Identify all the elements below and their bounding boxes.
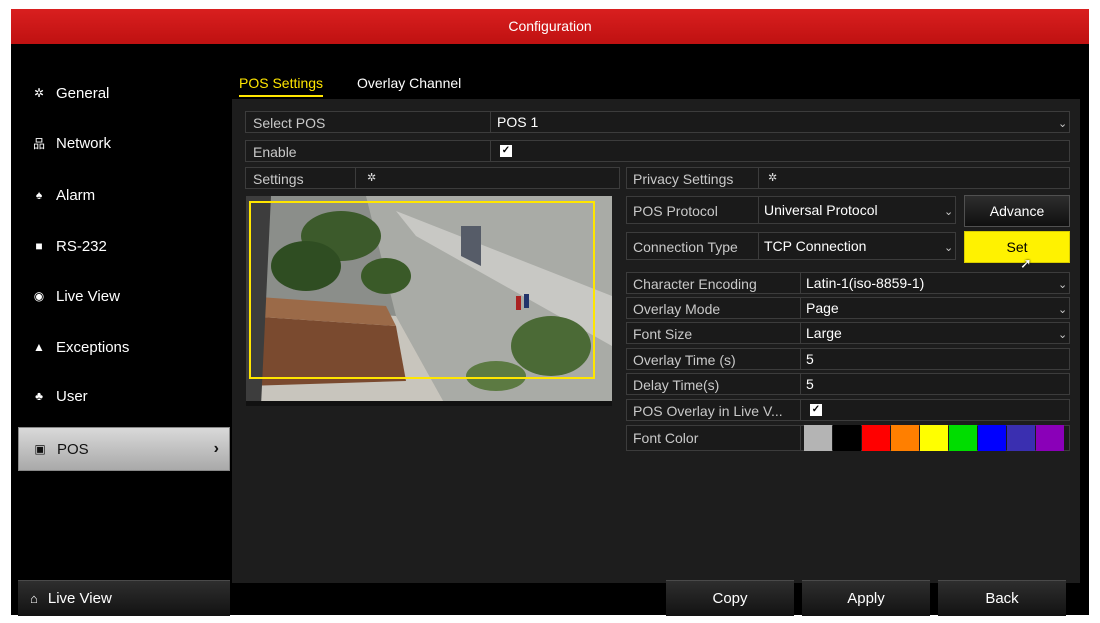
divider [355,167,356,189]
font-color-label: Font Color [633,430,699,446]
select-pos-label: Select POS [253,115,326,131]
settings-gear-icon[interactable]: ✲ [367,171,376,184]
overlay-time-label: Overlay Time (s) [633,352,736,368]
copy-button[interactable]: Copy [666,580,794,616]
pos-overlay-live-checkbox[interactable]: ✓ [810,404,822,416]
pos-protocol-dropdown[interactable]: Universal Protocol [764,202,878,218]
gear-icon: ✲ [33,86,45,100]
sidebar-item-user[interactable]: ♣ User [18,374,230,418]
font-color-swatch[interactable] [1007,425,1035,451]
privacy-overlay-box[interactable] [249,201,595,379]
sidebar-item-label: POS [57,440,89,458]
mouse-cursor-icon: ➚ [1020,255,1032,271]
divider [758,232,759,260]
sidebar-item-pos[interactable]: ▣ POS › [18,427,230,471]
font-color-swatch[interactable] [804,425,832,451]
back-button[interactable]: Back [938,580,1066,616]
sidebar-item-label: User [56,387,88,405]
select-pos-dropdown[interactable]: POS 1 [497,114,538,130]
font-color-swatch[interactable] [949,425,977,451]
users-icon: ♣ [35,389,43,403]
enable-row [245,140,1070,162]
divider [800,297,801,319]
sidebar-item-alarm[interactable]: ♠ Alarm [18,173,230,217]
font-color-swatch[interactable] [833,425,861,451]
font-color-swatch[interactable] [978,425,1006,451]
sidebar-item-label: General [56,84,110,102]
camera-preview [246,196,612,406]
font-size-label: Font Size [633,326,693,342]
divider [490,140,491,162]
overlay-time-input[interactable]: 5 [806,351,814,367]
font-size-row [626,322,1070,344]
delay-time-input[interactable]: 5 [806,376,814,392]
apply-button[interactable]: Apply [802,580,930,616]
sidebar: ✲ General 品 Network ♠ Alarm ■ RS-232 ◉ L… [18,63,230,583]
pos-overlay-live-label: POS Overlay in Live V... [633,403,783,419]
chevron-down-icon: ⌄ [944,242,954,254]
sidebar-item-exceptions[interactable]: ▲ Exceptions [18,325,230,369]
home-icon: ⌂ [30,591,38,606]
chevron-down-icon: ⌄ [1058,118,1068,130]
window-title: Configuration [11,9,1089,44]
divider [800,399,801,421]
tab-pos-settings[interactable]: POS Settings [239,75,324,97]
enable-label: Enable [253,144,297,160]
live-view-button[interactable]: ⌂ Live View [18,580,230,616]
select-pos-row [245,111,1070,133]
chevron-down-icon: ⌄ [1058,304,1068,316]
delay-time-label: Delay Time(s) [633,377,720,393]
enable-checkbox[interactable]: ✓ [500,145,512,157]
character-encoding-dropdown[interactable]: Latin-1(iso-8859-1) [806,275,924,291]
serial-port-icon: ■ [35,239,43,253]
divider [490,111,491,133]
divider [800,348,801,370]
divider [800,425,801,451]
network-icon: 品 [32,136,45,151]
divider [800,322,801,344]
chevron-down-icon: ⌄ [944,206,954,218]
divider [758,167,759,189]
chevron-down-icon: ⌄ [1058,279,1068,291]
sidebar-item-label: Alarm [56,186,96,204]
font-size-dropdown[interactable]: Large [806,325,842,341]
connection-type-dropdown[interactable]: TCP Connection [764,238,866,254]
sidebar-item-label: RS-232 [56,237,107,255]
overlay-mode-dropdown[interactable]: Page [806,300,839,316]
alarm-icon: ♠ [35,188,43,202]
chevron-right-icon: › [213,440,219,457]
eye-icon: ◉ [33,289,45,303]
divider [758,196,759,224]
sidebar-item-label: Exceptions [56,338,130,356]
sidebar-item-general[interactable]: ✲ General [18,71,230,115]
sidebar-item-rs232[interactable]: ■ RS-232 [18,224,230,268]
font-color-swatch[interactable] [891,425,919,451]
font-color-swatch[interactable] [920,425,948,451]
connection-type-label: Connection Type [633,239,738,255]
warning-icon: ▲ [33,340,45,354]
chevron-down-icon: ⌄ [1058,329,1068,341]
pos-protocol-label: POS Protocol [633,203,718,219]
privacy-settings-label: Privacy Settings [633,171,734,187]
privacy-gear-icon[interactable]: ✲ [768,171,777,184]
divider [800,373,801,395]
set-button[interactable]: Set [964,231,1070,263]
sidebar-item-network[interactable]: 品 Network [18,121,230,165]
sidebar-item-live-view[interactable]: ◉ Live View [18,274,230,318]
divider [800,272,801,294]
live-view-button-label: Live View [47,590,112,607]
font-color-swatch[interactable] [1036,425,1064,451]
sidebar-item-label: Live View [56,287,120,305]
sidebar-item-label: Network [56,134,112,152]
font-color-swatch[interactable] [862,425,890,451]
overlay-mode-label: Overlay Mode [633,301,721,317]
advance-button[interactable]: Advance [964,195,1070,227]
character-encoding-label: Character Encoding [633,276,757,292]
pos-icon: ▣ [34,442,46,456]
tab-overlay-channel[interactable]: Overlay Channel [357,75,461,91]
settings-label: Settings [253,171,304,187]
